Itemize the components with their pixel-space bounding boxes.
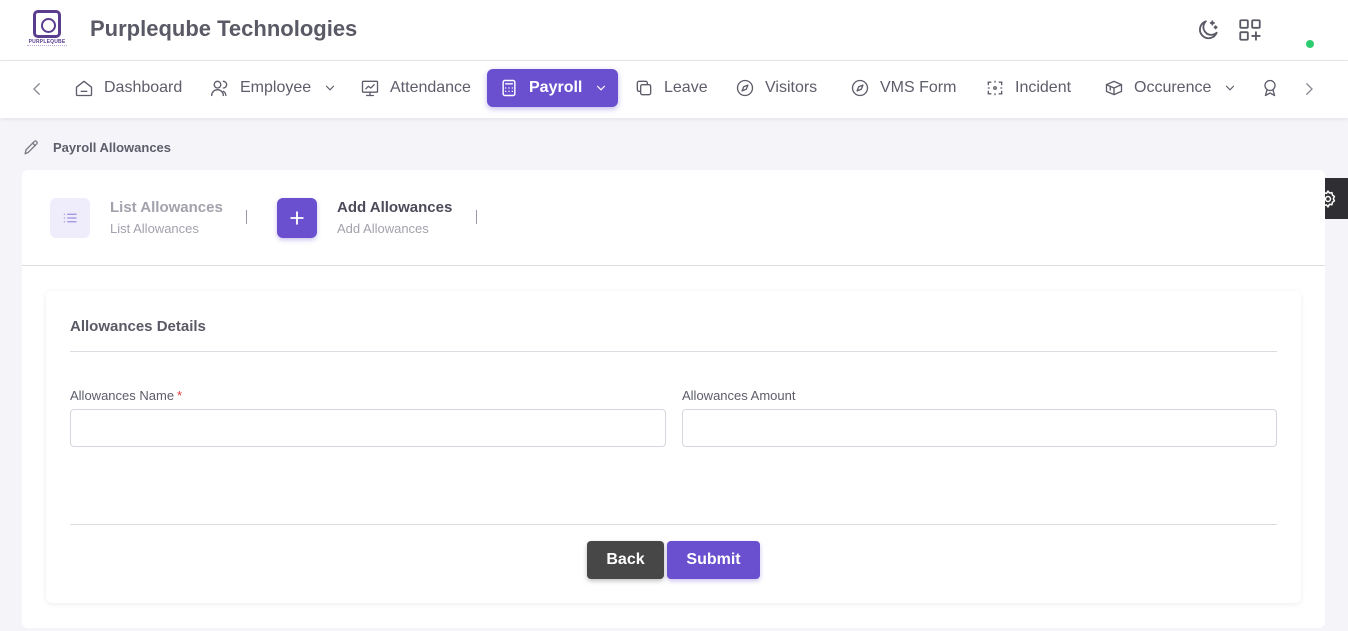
nav-item-label: Attendance xyxy=(390,79,471,96)
section-title: Allowances Details xyxy=(70,318,206,335)
chevron-down-icon xyxy=(326,85,335,91)
nav-item-label: Visitors xyxy=(765,79,818,96)
add-step-icon[interactable] xyxy=(277,198,317,238)
nav-item-label: VMS Form xyxy=(880,79,957,96)
pencil-icon xyxy=(24,140,38,155)
compass-icon xyxy=(851,79,869,97)
nav-item-label: Incident xyxy=(1015,79,1072,96)
allowances-name-label: Allowances Name * xyxy=(70,388,182,403)
main-nav: Dashboard Employee Attendance Payroll Le… xyxy=(0,61,1348,118)
plus-icon xyxy=(290,211,304,225)
award-icon xyxy=(1264,79,1276,97)
logo-mark-icon xyxy=(33,10,61,38)
nav-item-label: Payroll xyxy=(529,79,583,96)
breadcrumb-title: Payroll Allowances xyxy=(53,140,172,155)
required-mark: * xyxy=(177,388,183,403)
allowances-card: List Allowances List Allowances Add Allo… xyxy=(22,170,1325,628)
allowances-amount-input[interactable] xyxy=(682,409,1277,447)
top-header: PURPLEQUBE Purpleqube Technologies xyxy=(0,0,1348,61)
nav-item-label: Employee xyxy=(240,79,312,96)
allowances-amount-label: Allowances Amount xyxy=(682,388,796,403)
list-icon xyxy=(63,213,77,223)
nav-item-leave[interactable]: Leave xyxy=(622,69,708,107)
focus-icon xyxy=(987,80,1003,96)
section-divider xyxy=(70,351,1277,352)
users-icon xyxy=(211,80,228,97)
allowances-form: Allowances Details Allowances Name * Allo… xyxy=(46,291,1301,603)
compass-icon xyxy=(736,79,754,97)
presentation-chart-icon xyxy=(361,80,379,97)
nav-item-employee[interactable]: Employee xyxy=(198,69,337,107)
nav-item-label: Dashboard xyxy=(104,79,183,96)
nav-item-dashboard[interactable]: Dashboard xyxy=(62,69,182,107)
online-status-dot xyxy=(1306,40,1314,48)
back-button[interactable]: Back xyxy=(587,541,664,579)
boxes-icon xyxy=(1105,80,1123,96)
step-separator xyxy=(476,210,477,224)
nav-scroll-right-icon[interactable] xyxy=(1300,80,1318,98)
dark-mode-toggle-icon[interactable] xyxy=(1195,17,1221,43)
nav-item-awards[interactable] xyxy=(1248,69,1280,107)
step-title-list[interactable]: List Allowances xyxy=(110,199,223,216)
nav-item-vms-form[interactable]: VMS Form xyxy=(838,69,956,107)
step-subtitle-list: List Allowances xyxy=(110,221,199,236)
step-subtitle-add: Add Allowances xyxy=(337,221,429,236)
logo-tagline-line xyxy=(27,45,67,47)
allowances-name-input[interactable] xyxy=(70,409,666,447)
nav-item-label: Occurence xyxy=(1134,79,1212,96)
chevron-down-icon xyxy=(1226,85,1235,91)
copy-icon xyxy=(636,80,652,96)
chevron-down-icon xyxy=(597,85,606,91)
list-step-icon[interactable] xyxy=(50,198,90,238)
step-tabs: List Allowances List Allowances Add Allo… xyxy=(22,170,1325,266)
nav-item-visitors[interactable]: Visitors xyxy=(723,69,817,107)
company-logo[interactable]: PURPLEQUBE xyxy=(27,9,67,49)
apps-add-icon[interactable] xyxy=(1237,17,1263,43)
actions-divider xyxy=(70,524,1277,525)
field-label-text: Allowances Name xyxy=(70,388,175,403)
calculator-icon xyxy=(502,79,516,97)
nav-item-payroll[interactable]: Payroll xyxy=(487,69,619,107)
nav-scroll-left-icon[interactable] xyxy=(28,80,46,98)
nav-item-incident[interactable]: Incident xyxy=(973,69,1071,107)
home-icon xyxy=(75,80,93,97)
step-separator xyxy=(246,210,247,224)
nav-item-label: Leave xyxy=(664,79,708,96)
step-title-add[interactable]: Add Allowances xyxy=(337,199,452,216)
breadcrumb: Payroll Allowances xyxy=(22,138,171,157)
company-name: Purpleqube Technologies xyxy=(90,16,358,41)
nav-item-attendance[interactable]: Attendance xyxy=(348,69,471,107)
submit-button[interactable]: Submit xyxy=(667,541,760,579)
nav-item-occurence[interactable]: Occurence xyxy=(1092,69,1237,107)
